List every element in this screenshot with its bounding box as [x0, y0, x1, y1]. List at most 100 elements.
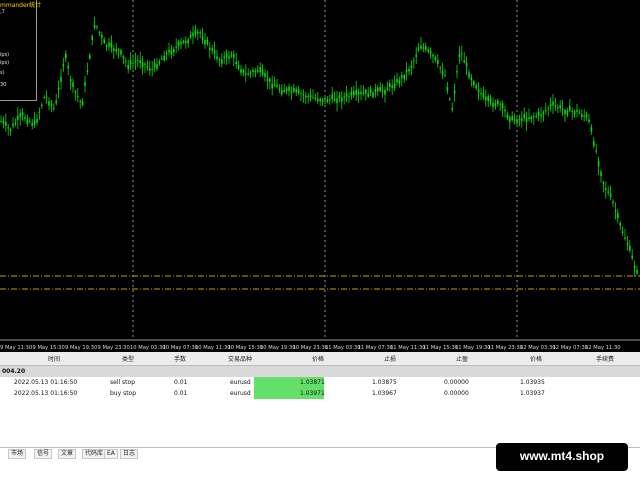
candlestick-chart[interactable]: 9 May 11:30 9 May 15:30 9 May 19:30 9 May 2… [0, 0, 640, 352]
candle-body [372, 92, 374, 98]
row-symbol: eurusd [230, 379, 251, 386]
candle-body [569, 105, 571, 111]
row-tp[interactable]: 0.00000 [444, 390, 469, 397]
candle-body [0, 120, 2, 122]
candle-body [425, 46, 427, 50]
candle-body [360, 91, 362, 95]
row-tp[interactable]: 0.00000 [444, 379, 469, 386]
indicator-line: 30 [0, 82, 7, 88]
col-sl[interactable]: 止损 [384, 354, 396, 363]
candle-body [24, 117, 26, 119]
table-row[interactable]: 2022.05.13 01:16:50 buy stop 0.01 eurusd… [0, 388, 640, 399]
candle-body [367, 93, 369, 97]
candle-body [43, 96, 45, 98]
candle-body [499, 104, 501, 106]
candle-body [398, 80, 401, 84]
row-current-price: 1.03937 [520, 390, 545, 397]
candle-body [79, 101, 81, 103]
candle-body [67, 65, 69, 69]
candle-body [283, 90, 285, 93]
candle-body [31, 122, 33, 126]
row-sl[interactable]: 1.03967 [372, 390, 397, 397]
x-axis-label: 9 May 15:30 [33, 345, 65, 351]
candle-body [461, 53, 463, 55]
row-sl[interactable]: 1.03875 [372, 379, 397, 386]
candle-body [341, 97, 343, 102]
candle-body [578, 112, 581, 114]
candle-body [288, 86, 290, 91]
candle-body [564, 110, 566, 115]
candle-body [617, 213, 619, 219]
candle-body [91, 35, 93, 40]
tab-codebase[interactable]: 代码库 [82, 449, 107, 459]
row-price[interactable]: 1.03871 [300, 379, 325, 386]
x-axis-label: 10 May 07:30 [163, 345, 199, 351]
candle-body [389, 83, 391, 87]
col-type[interactable]: 类型 [122, 354, 134, 363]
candle-body [437, 59, 439, 64]
col-time[interactable]: 时间 [48, 354, 60, 363]
candle-body [432, 54, 434, 57]
candle-body [463, 60, 465, 63]
candle-body [170, 50, 173, 55]
candle-body [45, 96, 48, 98]
candle-body [331, 94, 333, 99]
candle-body [441, 71, 444, 75]
candle-body [554, 105, 557, 107]
candle-body [597, 161, 600, 167]
candle-body [636, 270, 638, 274]
candle-body [413, 60, 415, 62]
x-axis-label: 12 May 07:30 [553, 345, 589, 351]
candle-body [271, 83, 273, 89]
tab-articles[interactable]: 文章 [58, 449, 77, 459]
candle-body [348, 96, 350, 98]
candle-body [633, 265, 636, 268]
candle-body [33, 120, 36, 125]
candle-body [206, 39, 209, 44]
candle-body [595, 150, 597, 152]
row-current-price: 1.03935 [520, 379, 545, 386]
x-axis-label: 10 May 23:30 [293, 345, 329, 351]
tab-market[interactable]: 市场 [8, 449, 27, 459]
x-axis-label: 11 May 11:30 [390, 345, 426, 351]
candle-body [163, 55, 165, 61]
col-tp[interactable]: 止盈 [456, 354, 468, 363]
x-axis-label: 10 May 15:30 [228, 345, 264, 351]
candle-body [72, 82, 74, 87]
tab-ea[interactable]: EA [104, 449, 118, 459]
candle-body [177, 41, 180, 46]
candle-body [401, 75, 403, 78]
col-current-price[interactable]: 价格 [530, 354, 542, 363]
candle-body [132, 62, 134, 64]
x-axis-label: 10 May 19:30 [260, 345, 296, 351]
tab-signals[interactable]: 信号 [34, 449, 53, 459]
col-commission[interactable]: 手续费 [596, 354, 614, 363]
candle-body [621, 231, 624, 234]
trade-terminal[interactable]: 时间 类型 手数 交易品种 价格 止损 止盈 价格 手续费 004.20 202… [0, 352, 640, 447]
candle-body [309, 94, 312, 98]
candle-body [362, 92, 365, 94]
candle-body [192, 32, 194, 37]
price-chart[interactable]: 9 May 11:30 9 May 15:30 9 May 19:30 9 May 2… [0, 0, 640, 352]
candle-body [365, 89, 367, 94]
candle-body [36, 119, 38, 123]
x-axis-label: 10 May 03:30 [130, 345, 166, 351]
col-lots[interactable]: 手数 [174, 354, 186, 363]
col-symbol[interactable]: 交易品种 [228, 354, 252, 363]
table-row[interactable]: 2022.05.13 01:16:50 sell stop 0.01 eurus… [0, 377, 640, 388]
candle-body [125, 61, 127, 63]
row-price[interactable]: 1.03971 [300, 390, 325, 397]
candle-body [50, 104, 53, 106]
candle-body [353, 91, 355, 96]
candle-body [278, 88, 281, 90]
candle-body [393, 83, 396, 89]
candle-body [266, 79, 269, 82]
candle-body [228, 56, 230, 59]
account-group-row[interactable]: 004.20 [0, 366, 640, 377]
candle-body [439, 67, 441, 69]
candle-body [583, 115, 585, 117]
candle-body [86, 70, 89, 73]
tab-journal[interactable]: 日志 [120, 449, 139, 459]
candle-body [605, 188, 607, 191]
col-price[interactable]: 价格 [312, 354, 324, 363]
